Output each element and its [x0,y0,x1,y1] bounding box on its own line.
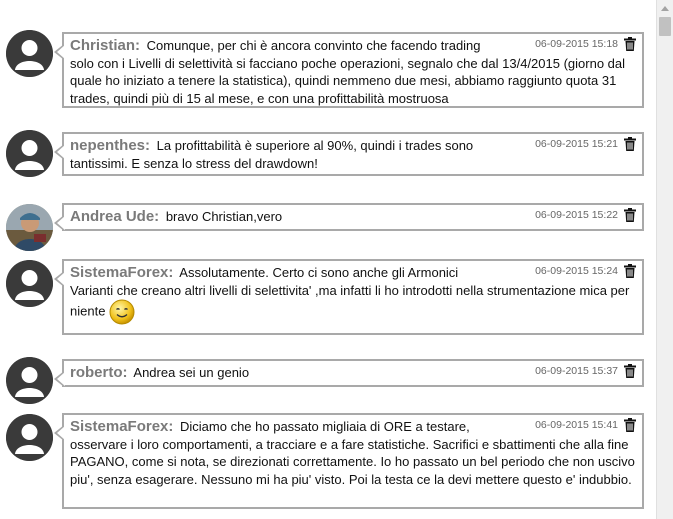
comment-timestamp: 06-09-2015 15:21 [535,138,618,150]
comment-body-rest: tantissimi. E senza lo stress del drawdo… [70,155,318,171]
scrollbar-thumb[interactable] [659,17,671,36]
comment-body-line1: Diciamo che ho passato migliaia di ORE a… [180,419,470,434]
comment-body-line1: La profittabilità è superiore al 90%, qu… [156,138,474,153]
default-avatar-icon [6,30,53,77]
trash-icon[interactable] [624,364,636,378]
comment-meta: 06-09-2015 15:24 [535,264,636,278]
comment-bubble: 06-09-2015 15:21 nepenthes: La profittab… [54,132,644,176]
comment-author: roberto: [70,364,128,381]
comment-meta: 06-09-2015 15:22 [535,208,636,222]
smiley-icon [109,299,135,325]
comment-meta: 06-09-2015 15:37 [535,364,636,378]
comment-author: SistemaForex: [70,418,174,435]
default-avatar-icon [6,260,53,307]
comment-author: Christian: [70,37,141,54]
comment-body-rest: osservare i loro comportamenti, a tracci… [70,436,635,487]
trash-icon[interactable] [624,418,636,432]
comment-timestamp: 06-09-2015 15:18 [535,38,618,50]
photo-avatar [6,204,53,251]
comment-bubble: 06-09-2015 15:41 SistemaForex: Diciamo c… [54,413,644,509]
comment-body-rest: Varianti che creano altri livelli di sel… [70,282,630,319]
trash-icon[interactable] [624,264,636,278]
comment-author: SistemaForex: [70,264,174,281]
comment-meta: 06-09-2015 15:18 [535,37,636,51]
comment-bubble: 06-09-2015 15:18 Christian: Comunque, pe… [54,32,644,108]
comment-author: Andrea Ude: [70,208,160,225]
comment-timestamp: 06-09-2015 15:24 [535,265,618,277]
comment-bubble: 06-09-2015 15:37 roberto: Andrea sei un … [54,359,644,387]
comment-author: nepenthes: [70,137,151,154]
comment-timestamp: 06-09-2015 15:41 [535,419,618,431]
trash-icon[interactable] [624,208,636,222]
comment-meta: 06-09-2015 15:21 [535,137,636,151]
comment-body-line1: bravo Christian,vero [165,209,283,224]
comment-body-line1: Andrea sei un genio [133,365,250,380]
comment-bubble: 06-09-2015 15:22 Andrea Ude: bravo Chris… [54,203,644,231]
vertical-scrollbar[interactable] [656,0,673,519]
scroll-up-arrow-icon[interactable] [657,0,673,16]
comment-body-line1: Comunque, per chi è ancora convinto che … [146,38,481,53]
default-avatar-icon [6,357,53,404]
default-avatar-icon [6,130,53,177]
default-avatar-icon [6,414,53,461]
trash-icon[interactable] [624,137,636,151]
comment-feed: 06-09-2015 15:18 Christian: Comunque, pe… [0,0,656,519]
comment-bubble: 06-09-2015 15:24 SistemaForex: Assolutam… [54,259,644,335]
comment-timestamp: 06-09-2015 15:37 [535,365,618,377]
comment-body-line1: Assolutamente. Certo ci sono anche gli A… [179,265,459,280]
comment-timestamp: 06-09-2015 15:22 [535,209,618,221]
comment-meta: 06-09-2015 15:41 [535,418,636,432]
trash-icon[interactable] [624,37,636,51]
comment-body-rest-wrap: Varianti che creano altri livelli di sel… [70,282,636,326]
comment-body-rest: solo con i Livelli di selettività si fac… [70,55,626,106]
